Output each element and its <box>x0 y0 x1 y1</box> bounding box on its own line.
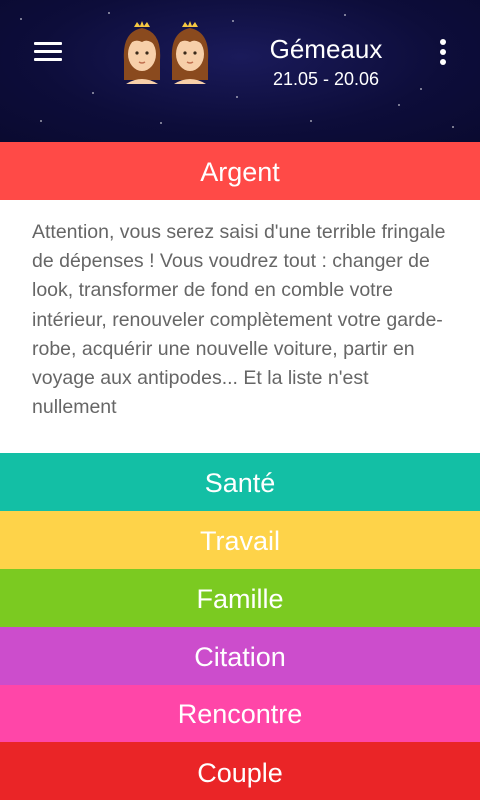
category-couple[interactable]: Couple <box>0 742 480 800</box>
category-sante[interactable]: Santé <box>0 453 480 511</box>
sign-dates: 21.05 - 20.06 <box>272 69 380 89</box>
category-travail[interactable]: Travail <box>0 511 480 569</box>
category-rencontre[interactable]: Rencontre <box>0 685 480 742</box>
horoscope-text-panel: Attention, vous serez saisi d'une terrib… <box>0 200 480 453</box>
category-argent[interactable]: Argent <box>0 142 480 200</box>
horoscope-text: Attention, vous serez saisi d'une terrib… <box>32 221 446 419</box>
horoscope-screen: Gémeaux 21.05 - 20.06 Argent Attention, … <box>0 0 480 800</box>
category-famille[interactable]: Famille <box>0 569 480 627</box>
sign-title: Gémeaux <box>269 34 383 64</box>
menu-button[interactable] <box>28 34 68 70</box>
gemini-twins-icon <box>123 21 209 84</box>
hamburger-menu-icon <box>34 42 62 45</box>
more-options-button[interactable] <box>428 34 458 70</box>
header: Gémeaux 21.05 - 20.06 <box>0 0 480 142</box>
category-citation[interactable]: Citation <box>0 627 480 685</box>
overflow-menu-icon <box>440 39 446 45</box>
